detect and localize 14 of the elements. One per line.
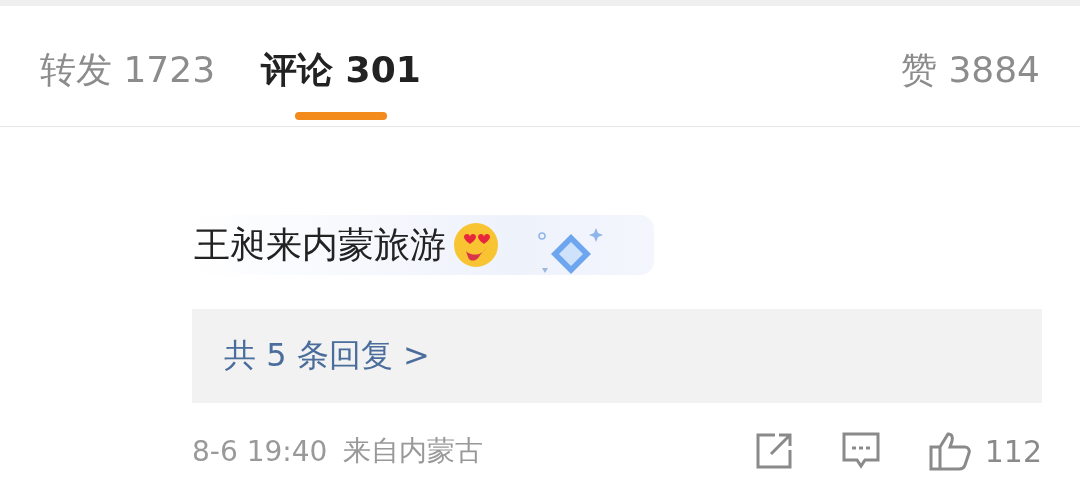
tab[interactable]: 转发 1723 [40, 48, 216, 92]
emoji-icon [452, 221, 500, 269]
replies-link[interactable]: 共 5 条回复 > [224, 334, 430, 378]
comment-text: 王昶来内蒙旅游 [194, 222, 446, 267]
comment-time: 8-6 19:40 [192, 434, 328, 468]
like-button[interactable]: 112 [928, 431, 1042, 471]
share-icon [754, 432, 793, 470]
share-button[interactable] [754, 432, 793, 470]
tab[interactable]: 评论 301 [261, 48, 421, 92]
comment-button[interactable] [840, 431, 881, 471]
comment-icon [840, 431, 881, 471]
thumbs-up-icon [928, 431, 973, 471]
comment-location: 来自内蒙古 [343, 433, 484, 469]
tab[interactable]: 赞 3884 [900, 48, 1040, 92]
